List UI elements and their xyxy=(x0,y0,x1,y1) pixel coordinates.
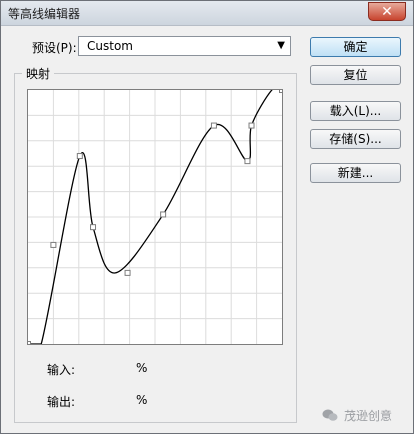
contour-editor-window: 等高线编辑器 ✕ 预设(P): Custom ▼ 映射 输入: % 输出: % … xyxy=(0,0,414,434)
contour-graph[interactable] xyxy=(25,86,285,347)
preset-label: 预设(P): xyxy=(32,41,77,55)
mapping-group-title: 映射 xyxy=(22,65,55,82)
curve-anchor-point[interactable] xyxy=(50,241,57,248)
curve-anchor-point[interactable] xyxy=(160,211,167,218)
contour-curve-canvas[interactable] xyxy=(25,86,285,347)
curve-anchor-point[interactable] xyxy=(244,158,251,165)
wechat-icon xyxy=(322,409,338,421)
preset-select[interactable]: Custom ▼ xyxy=(78,36,291,56)
watermark: 茂逊创意 xyxy=(322,407,392,424)
watermark-text: 茂逊创意 xyxy=(344,409,393,423)
curve-anchor-point[interactable] xyxy=(248,122,255,129)
chevron-down-icon: ▼ xyxy=(277,40,285,51)
close-icon: ✕ xyxy=(381,4,393,20)
output-percent: % xyxy=(136,393,148,407)
curve-anchor-point[interactable] xyxy=(279,87,285,93)
title-bar[interactable]: 等高线编辑器 ✕ xyxy=(1,1,413,26)
curve-anchor-point[interactable] xyxy=(76,153,83,160)
new-button[interactable]: 新建... xyxy=(310,163,401,183)
curve-anchor-point[interactable] xyxy=(90,224,97,231)
save-button[interactable]: 存储(S)... xyxy=(310,129,401,149)
input-label: 输入: xyxy=(47,363,76,377)
preset-value: Custom xyxy=(87,39,133,53)
curve-anchor-point[interactable] xyxy=(124,269,131,276)
ok-button[interactable]: 确定 xyxy=(310,37,401,57)
curve-anchor-point[interactable] xyxy=(210,122,217,129)
window-title: 等高线编辑器 xyxy=(8,7,81,21)
load-button[interactable]: 载入(L)... xyxy=(310,101,401,121)
reset-button[interactable]: 复位 xyxy=(310,65,401,85)
curve-anchor-point[interactable] xyxy=(25,341,31,347)
output-label: 输出: xyxy=(47,395,76,409)
close-button[interactable]: ✕ xyxy=(368,2,406,21)
input-percent: % xyxy=(136,361,148,375)
